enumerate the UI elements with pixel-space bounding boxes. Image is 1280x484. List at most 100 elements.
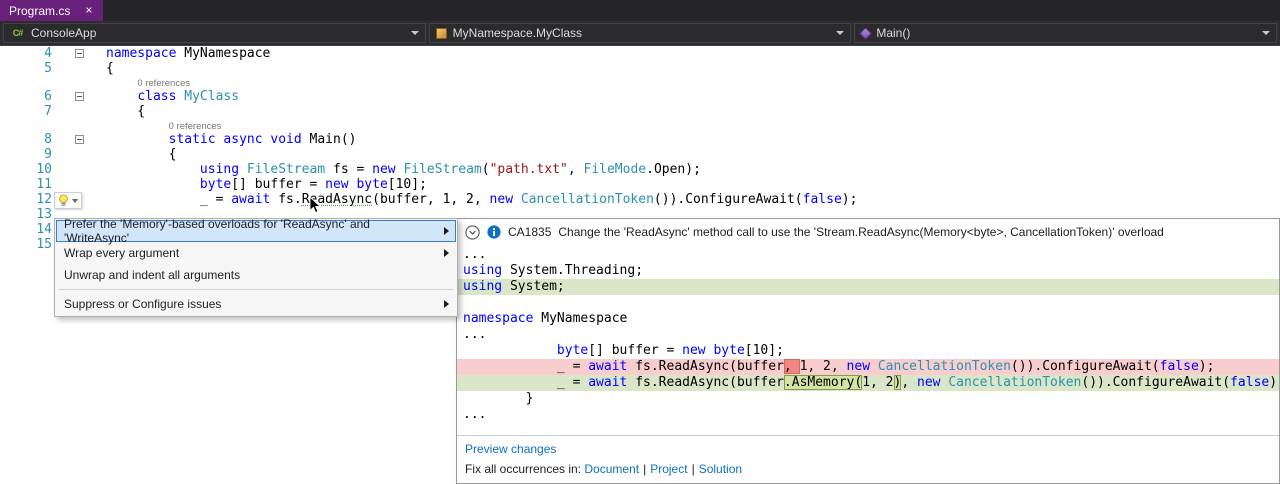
popup-header: CA1835 Change the 'ReadAsync' method cal…: [457, 219, 1279, 245]
code-token: false: [1230, 375, 1269, 390]
code-line: using FileStream fs = new FileStream("pa…: [94, 162, 701, 177]
code-token: _ =: [106, 192, 231, 207]
code-line: byte[] buffer = new byte[10];: [94, 177, 427, 192]
code-token: void: [270, 132, 301, 147]
diff-code: ...using System.Threading;using System;n…: [457, 245, 1279, 435]
fix-scope-solution[interactable]: Solution: [699, 462, 742, 476]
submenu-arrow-icon: [444, 227, 449, 235]
code-token: System;: [502, 279, 565, 294]
code-token: ()).ConfigureAwait(: [1081, 375, 1230, 390]
menu-item[interactable]: Prefer the 'Memory'-based overloads for …: [56, 220, 456, 242]
code-token: [870, 359, 878, 374]
code-token: "path.txt": [490, 162, 568, 177]
code-token: await: [231, 192, 270, 207]
code-line: {: [94, 147, 176, 162]
menu-item[interactable]: Suppress or Configure issues: [56, 293, 456, 315]
method-icon: [859, 27, 872, 40]
code-token: (buffer, 1, 2,: [372, 192, 489, 207]
scope-separator: |: [692, 462, 695, 476]
fold-column: [64, 104, 94, 119]
diff-line: [457, 295, 1279, 311]
code-line: {: [94, 61, 114, 76]
type-dropdown[interactable]: MyNamespace.MyClass: [429, 23, 852, 43]
line-number: 6: [0, 89, 64, 104]
editor-line: 11 byte[] buffer = new byte[10];: [0, 177, 1280, 192]
fold-column: [64, 119, 94, 132]
code-token: new: [490, 192, 513, 207]
collapse-region-icon[interactable]: [75, 49, 84, 58]
editor-line: 4namespace MyNamespace: [0, 46, 1280, 61]
code-token: fs.ReadAsync(buffer: [627, 375, 784, 390]
code-token: [10];: [388, 177, 427, 192]
code-token: fs.: [270, 192, 301, 207]
chevron-down-icon: [836, 31, 844, 35]
menu-item-label: Wrap every argument: [64, 246, 179, 260]
codelens-references[interactable]: 0 references: [137, 78, 190, 89]
code-token: .AsMemory(: [784, 375, 862, 390]
code-token: 1, 2: [862, 375, 893, 390]
code-token: [106, 177, 200, 192]
code-token: }: [463, 391, 533, 406]
tab-label: Program.cs: [9, 4, 70, 18]
code-token: [] buffer =: [588, 343, 682, 358]
code-line: _ = await fs.ReadAsync(buffer, 1, 2, new…: [94, 192, 857, 207]
project-dropdown[interactable]: ConsoleApp: [3, 23, 426, 43]
diagnostic-id: CA1835: [508, 225, 551, 239]
csharp-project-icon: [10, 26, 25, 40]
dropdown-label: ConsoleApp: [31, 26, 96, 40]
code-line: {: [94, 104, 145, 119]
chevron-down-icon: [411, 31, 419, 35]
line-number: 8: [0, 132, 64, 147]
collapse-region-icon[interactable]: [75, 92, 84, 101]
code-token: new: [847, 359, 870, 374]
fold-column: [64, 147, 94, 162]
chevron-down-icon: [1262, 31, 1270, 35]
fold-column: [64, 177, 94, 192]
fold-column: [64, 132, 94, 147]
editor-line: 7 {: [0, 104, 1280, 119]
codelens-row: 0 references: [0, 119, 1280, 132]
tab-bar: Program.cs: [0, 0, 1280, 21]
line-number: 10: [0, 162, 64, 177]
code-token: [513, 192, 521, 207]
menu-item[interactable]: Unwrap and indent all arguments: [56, 264, 456, 286]
diff-line: ...: [457, 407, 1279, 423]
line-number-gutter: [0, 119, 64, 132]
close-icon[interactable]: [82, 4, 95, 17]
diff-line: using System.Threading;: [457, 263, 1279, 279]
menu-item[interactable]: Wrap every argument: [56, 242, 456, 264]
editor-line: 9 {: [0, 147, 1280, 162]
tab-program-cs[interactable]: Program.cs: [0, 0, 103, 21]
editor-line: 5{: [0, 61, 1280, 76]
fix-scope-project[interactable]: Project: [650, 462, 687, 476]
codelens-references[interactable]: 0 references: [169, 121, 222, 132]
code-token: ,: [568, 162, 584, 177]
fix-scope-document[interactable]: Document: [584, 462, 639, 476]
code-token: namespace: [463, 311, 533, 326]
code-token: byte: [200, 177, 231, 192]
code-token: new: [325, 177, 348, 192]
code-token: byte: [356, 177, 387, 192]
codelens-line: 0 references: [94, 119, 221, 132]
code-token: byte: [557, 343, 588, 358]
member-dropdown[interactable]: Main(): [854, 23, 1277, 43]
collapse-region-icon[interactable]: [75, 135, 84, 144]
diff-line: namespace MyNamespace: [457, 311, 1279, 327]
code-token: MyClass: [184, 89, 239, 104]
fix-preview-popup: CA1835 Change the 'ReadAsync' method cal…: [456, 218, 1280, 484]
scope-separator: |: [643, 462, 646, 476]
line-number: 11: [0, 177, 64, 192]
code-token: );: [1269, 375, 1279, 390]
code-token: fs.ReadAsync(buffer: [627, 359, 784, 374]
menu-item-label: Prefer the 'Memory'-based overloads for …: [64, 217, 433, 245]
line-number-gutter: [0, 76, 64, 89]
quick-actions-button[interactable]: [54, 192, 82, 209]
menu-separator: [58, 289, 454, 290]
info-icon: [487, 225, 501, 239]
code-token: ()).ConfigureAwait(: [654, 192, 803, 207]
codelens-row: 0 references: [0, 76, 1280, 89]
preview-changes-link[interactable]: Preview changes: [465, 442, 556, 456]
code-token: ()).ConfigureAwait(: [1011, 359, 1160, 374]
collapse-chevron-icon[interactable]: [465, 225, 480, 240]
vs-window: Program.cs ConsoleApp MyNamespace.MyClass…: [0, 0, 1280, 484]
